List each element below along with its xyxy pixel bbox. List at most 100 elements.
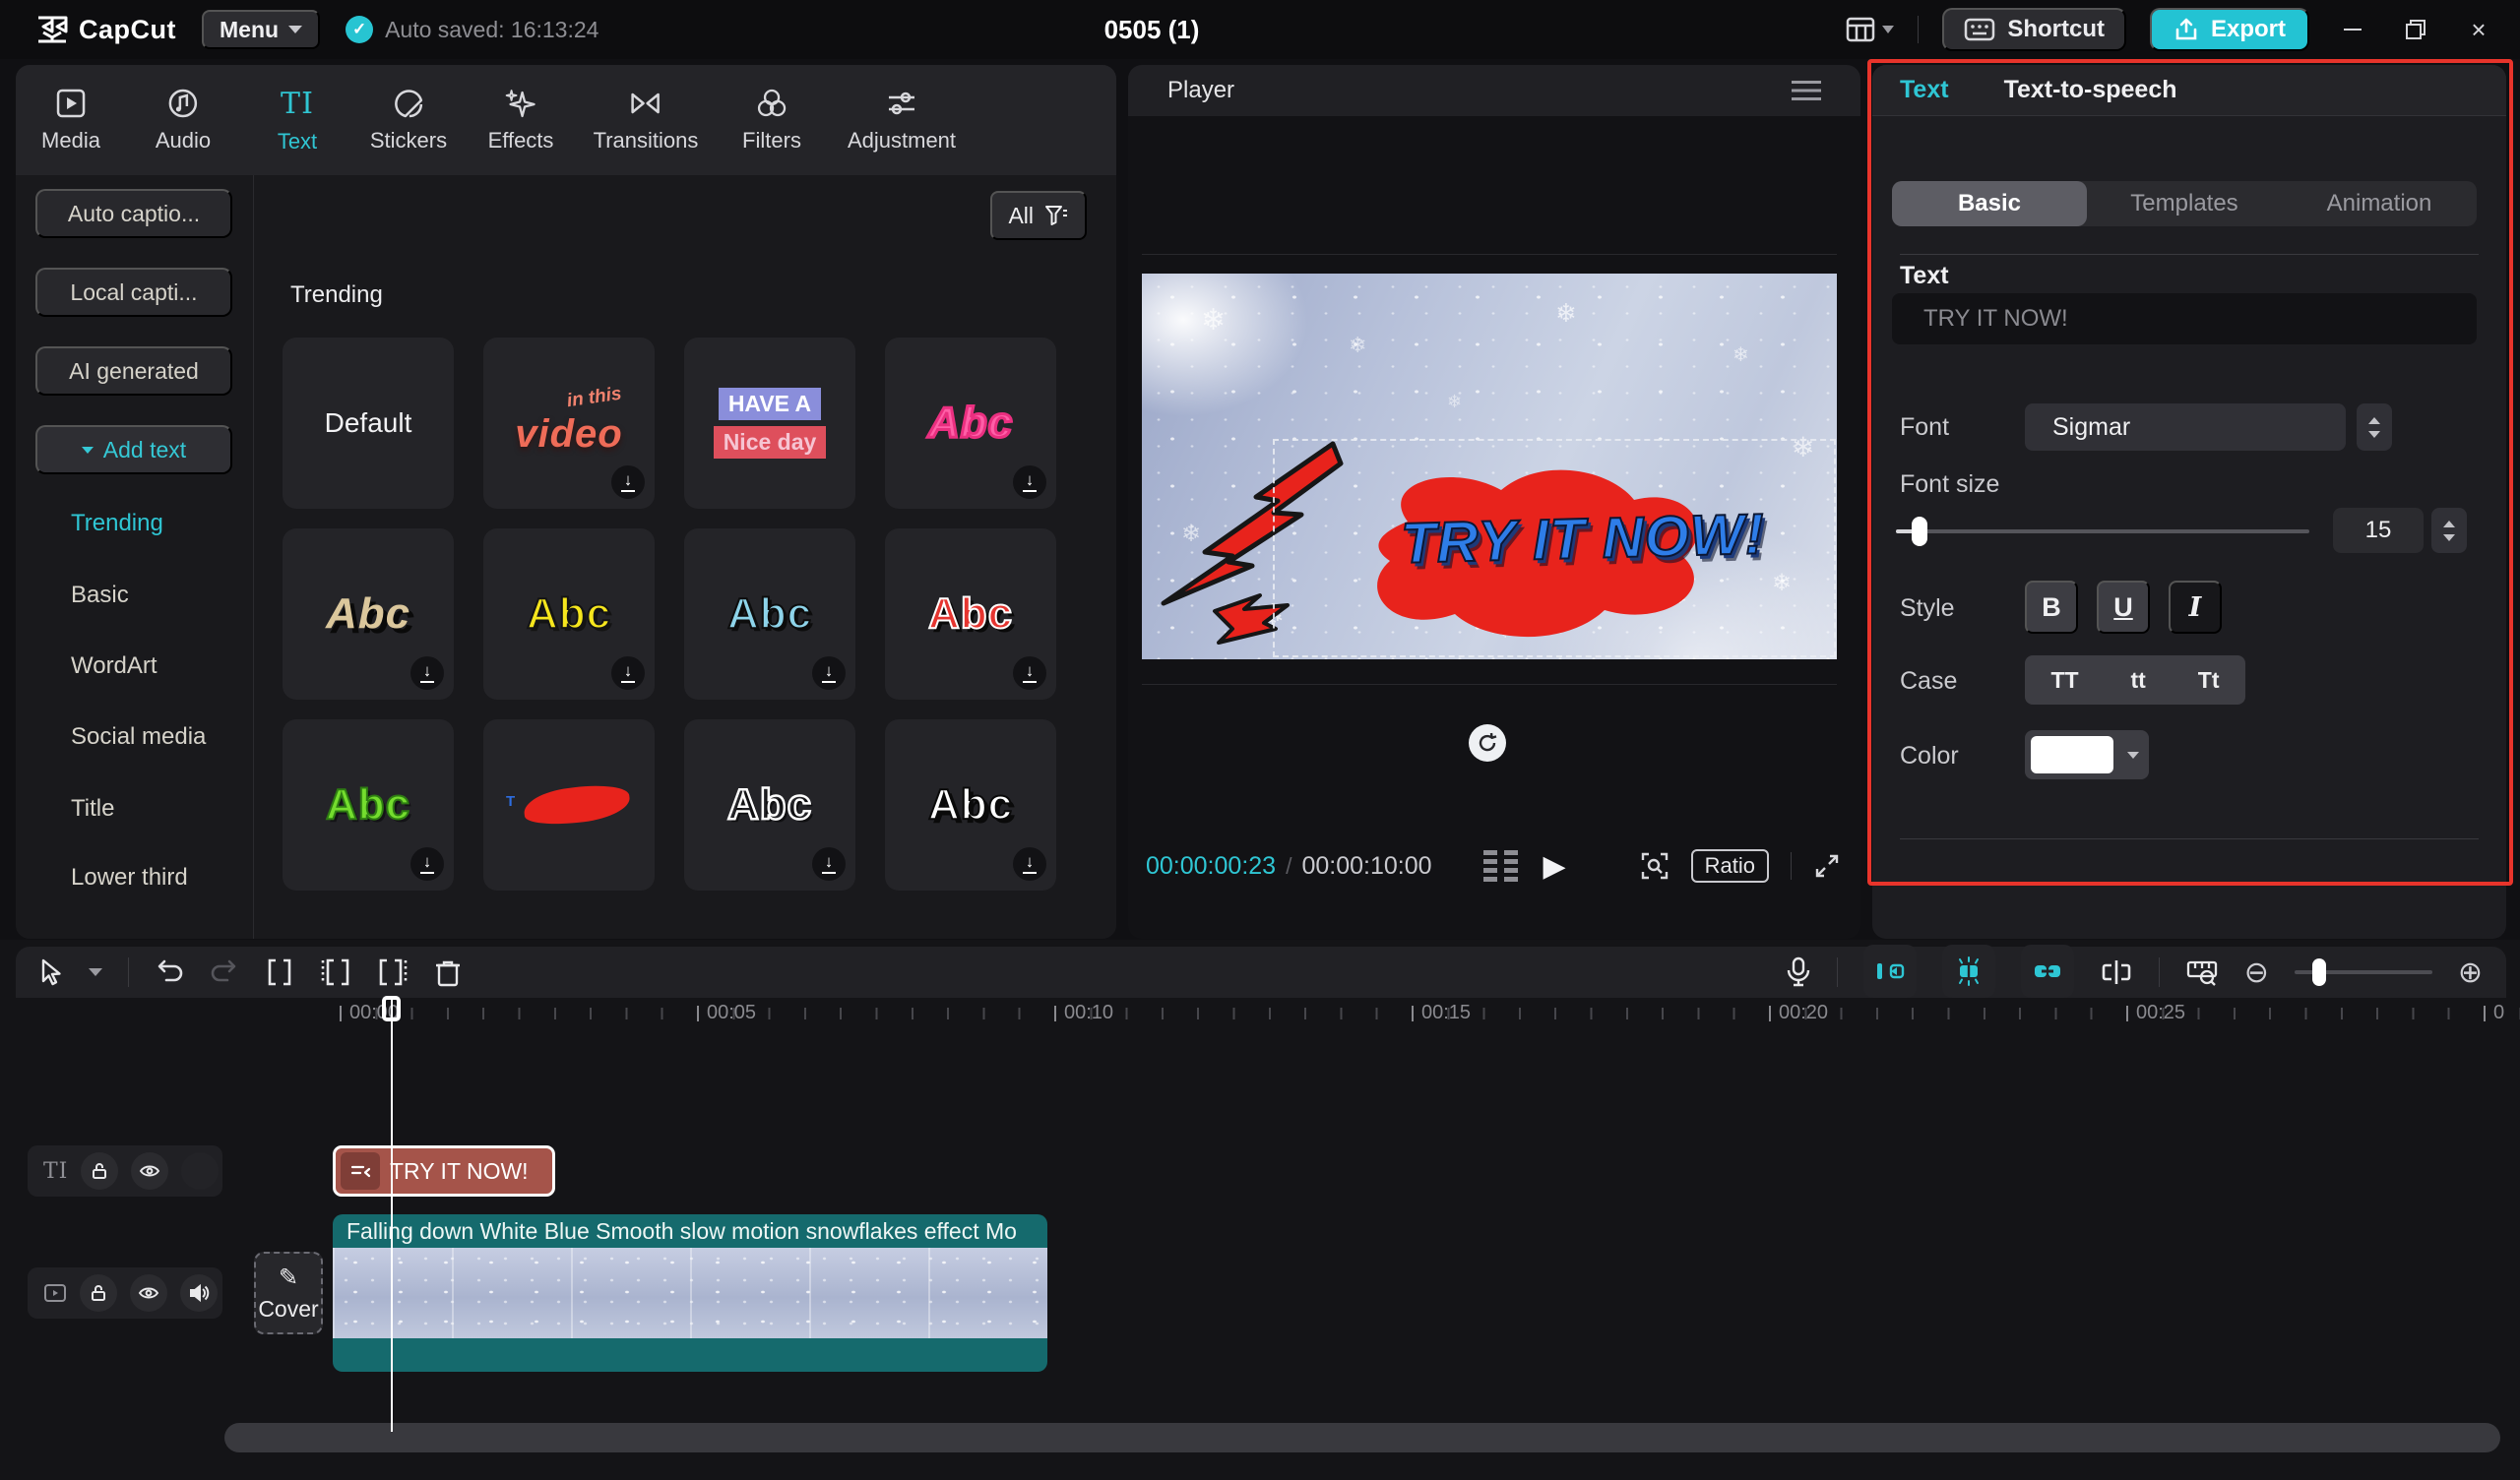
text-template-abc-green[interactable]: Abc ↓ [283,719,454,891]
tab-text[interactable]: TI Text [278,65,317,175]
timeline-zoom-slider[interactable] [2294,958,2432,986]
text-template-abc-yellow[interactable]: Abc ↓ [483,528,655,700]
horizontal-scrollbar[interactable] [224,1423,2500,1452]
lock-icon[interactable] [80,1274,117,1312]
case-title-button[interactable]: Tt [2198,667,2220,694]
text-template-in-this-video[interactable]: in this video ↓ [483,338,655,509]
frame-preview-icon[interactable] [1482,850,1518,882]
text-template-abc-pink[interactable]: Abc ↓ [885,338,1056,509]
sidebar-item-wordart[interactable]: WordArt [71,652,158,680]
sidebar-item-title[interactable]: Title [71,795,114,823]
selection-box[interactable] [1273,439,1836,657]
tab-text-settings[interactable]: Text [1900,76,1949,104]
text-template-abc-tan[interactable]: Abc ↓ [283,528,454,700]
tab-media[interactable]: Media [41,65,100,175]
sidebar-item-trending[interactable]: Trending [71,510,163,537]
tab-filters[interactable]: Filters [742,65,801,175]
eye-icon[interactable] [131,1152,169,1190]
case-upper-button[interactable]: TT [2050,667,2078,694]
text-template-red-scribble[interactable]: T [483,719,655,891]
tab-audio[interactable]: Audio [156,65,211,175]
tab-effects[interactable]: Effects [488,65,553,175]
tab-transitions[interactable]: Transitions [594,65,698,175]
bold-button[interactable]: B [2025,581,2078,634]
italic-button[interactable]: I [2169,581,2222,634]
shortcut-button[interactable]: Shortcut [1942,8,2126,51]
redo-icon[interactable] [210,958,239,986]
font-select[interactable]: Sigmar [2025,403,2346,451]
fullscreen-icon[interactable] [1813,852,1841,880]
sidebar-item-add-text[interactable]: Add text [35,425,232,474]
voiceover-mic-icon[interactable] [1786,956,1811,988]
playhead[interactable] [391,998,393,1432]
menu-button[interactable]: Menu [202,10,321,49]
filter-button[interactable]: All [990,191,1087,240]
playhead-handle[interactable] [382,996,401,1021]
sidebar-item-local-captions[interactable]: Local capti... [35,268,232,317]
sidebar-item-lower-third[interactable]: Lower third [71,864,188,892]
slider-handle[interactable] [1912,517,1927,546]
split-delete-left-icon[interactable] [320,957,351,987]
eye-icon[interactable] [130,1274,167,1312]
mute-icon[interactable] [181,1152,220,1190]
slider-handle[interactable] [2311,958,2326,986]
snap-to-clip-icon[interactable] [1862,945,1917,998]
minimize-button[interactable] [2333,10,2372,49]
text-clip[interactable]: TRY IT NOW! [333,1145,555,1197]
text-template-have-a-nice-day[interactable]: HAVE A Nice day [684,338,855,509]
delete-icon[interactable] [434,957,462,987]
zoom-out-icon[interactable]: ⊖ [2244,956,2269,990]
split-icon[interactable] [265,957,294,987]
text-template-abc-white[interactable]: Abc ↓ [885,719,1056,891]
timeline-scale-icon[interactable] [2185,956,2219,988]
video-clip[interactable]: Falling down White Blue Smooth slow moti… [333,1214,1047,1372]
text-template-abc-cyan[interactable]: Abc ↓ [684,528,855,700]
ratio-button[interactable]: Ratio [1690,849,1769,883]
undo-icon[interactable] [155,958,184,986]
underline-button[interactable]: U [2097,581,2150,634]
sidebar-item-social-media[interactable]: Social media [71,723,206,751]
link-clips-icon[interactable] [2020,945,2074,998]
subtab-basic[interactable]: Basic [1892,181,2087,226]
sidebar-item-basic[interactable]: Basic [71,582,129,609]
tab-adjustment[interactable]: Adjustment [848,65,956,175]
font-stepper[interactable] [2357,403,2392,451]
edit-cover-button[interactable]: ✎ Cover [254,1252,323,1334]
text-template-abc-outline[interactable]: Abc ↓ [684,719,855,891]
tab-text-to-speech[interactable]: Text-to-speech [2004,76,2177,104]
mirror-split-icon[interactable] [2100,957,2133,987]
color-select[interactable] [2025,730,2149,779]
rotate-handle[interactable] [1469,724,1506,762]
text-template-abc-red[interactable]: Abc ↓ [885,528,1056,700]
scribble-shape: T [506,780,632,830]
font-size-value[interactable]: 15 [2333,508,2424,553]
preview-axis-icon[interactable] [1941,945,1995,998]
sidebar-item-ai-generated[interactable]: AI generated [35,346,232,396]
select-cursor-icon[interactable] [35,957,63,987]
play-button[interactable]: ▶ [1544,849,1566,884]
text-template-default[interactable]: Default [283,338,454,509]
close-button[interactable]: × [2459,10,2498,49]
video-preview[interactable]: ❄ ❄ ❄ ❄ ❄ ❄ ❄ ❄ ❄ ❄ ❄ TRY IT NOW! [1142,274,1837,659]
case-options: TT tt Tt [2025,655,2245,705]
case-lower-button[interactable]: tt [2131,667,2146,694]
lock-icon[interactable] [81,1152,119,1190]
layout-switch-button[interactable] [1845,15,1895,44]
text-content-input[interactable]: TRY IT NOW! [1892,293,2477,344]
font-size-stepper[interactable] [2431,508,2467,553]
zoom-in-icon[interactable]: ⊕ [2458,956,2483,990]
split-delete-right-icon[interactable] [377,957,409,987]
speaker-icon[interactable] [180,1274,218,1312]
font-size-slider[interactable] [1896,517,2309,546]
tab-stickers[interactable]: Stickers [370,65,447,175]
player-menu-icon[interactable] [1792,81,1821,100]
divider [1900,838,2479,839]
restore-button[interactable] [2396,10,2435,49]
preview-quality-icon[interactable] [1640,851,1670,881]
export-button[interactable]: Export [2149,8,2309,51]
sidebar-item-auto-captions[interactable]: Auto captio... [35,189,232,238]
subtab-templates[interactable]: Templates [2087,181,2282,226]
subtab-animation[interactable]: Animation [2282,181,2477,226]
time-ruler[interactable]: 00:00 00:05 00:10 00:15 00:20 00:25 0 [0,996,2520,1031]
chevron-down-icon[interactable] [89,968,102,976]
